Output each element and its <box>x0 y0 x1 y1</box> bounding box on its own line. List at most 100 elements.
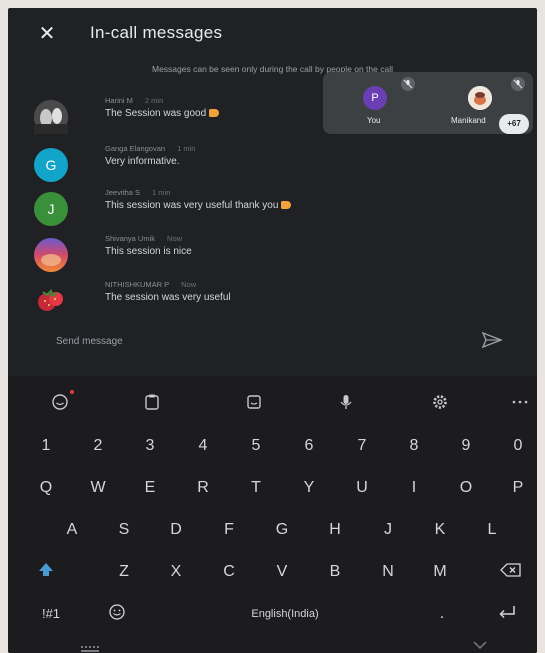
period-key[interactable]: . <box>428 598 456 630</box>
message-item: J Jeevitha S1 min This session was very … <box>8 188 537 232</box>
message-text: This session was very useful thank you <box>105 200 292 211</box>
key-8[interactable]: 8 <box>400 430 428 462</box>
key-n[interactable]: N <box>374 556 402 588</box>
avatar <box>34 100 68 134</box>
participant-name: Manikand <box>451 116 486 125</box>
key-p[interactable]: P <box>504 472 532 504</box>
smiley-icon <box>109 604 125 620</box>
key-e[interactable]: E <box>136 472 164 504</box>
key-b[interactable]: B <box>321 556 349 588</box>
send-button[interactable] <box>480 330 504 350</box>
key-x[interactable]: X <box>162 556 190 588</box>
mic-off-icon <box>511 77 525 91</box>
smiley-icon <box>52 394 68 410</box>
backspace-icon <box>500 563 521 577</box>
in-call-messages-screen: ✕ In-call messages Messages can be seen … <box>8 8 537 653</box>
key-y[interactable]: Y <box>295 472 323 504</box>
key-j[interactable]: J <box>374 514 402 546</box>
shift-key[interactable] <box>30 556 62 588</box>
key-9[interactable]: 9 <box>452 430 480 462</box>
key-4[interactable]: 4 <box>189 430 217 462</box>
message-item: G Ganga Elangovan 1 min Very informative. <box>8 144 537 188</box>
page-title: In-call messages <box>90 23 223 42</box>
message-sender: NITHISHKUMAR P Now <box>105 280 197 289</box>
onscreen-keyboard: 1 2 3 4 5 6 7 8 9 0 Q W E R T Y U I O P … <box>8 376 537 653</box>
message-sender: Shivanya Umik Now <box>105 234 183 243</box>
emoji-tool[interactable] <box>48 390 72 414</box>
more-options-tool[interactable] <box>508 390 532 414</box>
message-item: NITHISHKUMAR P Now The session was very u… <box>8 280 537 324</box>
key-1[interactable]: 1 <box>32 430 60 462</box>
self-name: You <box>367 116 381 125</box>
key-2[interactable]: 2 <box>84 430 112 462</box>
key-z[interactable]: Z <box>110 556 138 588</box>
symbols-key[interactable]: !#1 <box>34 598 68 630</box>
avatar: J <box>34 192 68 226</box>
key-6[interactable]: 6 <box>295 430 323 462</box>
header: ✕ In-call messages <box>8 8 537 58</box>
message-text: This session is nice <box>105 246 192 257</box>
close-button[interactable]: ✕ <box>36 23 58 45</box>
thumbs-up-icon <box>209 109 220 117</box>
key-q[interactable]: Q <box>32 472 60 504</box>
avatar <box>34 284 68 318</box>
clipboard-icon <box>145 394 159 410</box>
key-i[interactable]: I <box>400 472 428 504</box>
key-w[interactable]: W <box>84 472 112 504</box>
message-sender: Harini M2 min <box>105 96 164 105</box>
backspace-key[interactable] <box>494 556 528 588</box>
shift-icon <box>39 563 53 576</box>
enter-key[interactable] <box>490 598 524 630</box>
hide-keyboard-icon[interactable] <box>470 638 490 650</box>
keyboard-switch-icon[interactable] <box>80 640 104 652</box>
key-v[interactable]: V <box>268 556 296 588</box>
message-item: Shivanya Umik Now This session is nice <box>8 234 537 278</box>
sticker-tool[interactable] <box>242 390 266 414</box>
key-c[interactable]: C <box>215 556 243 588</box>
settings-tool[interactable] <box>428 390 452 414</box>
key-r[interactable]: R <box>189 472 217 504</box>
enter-icon <box>499 606 515 619</box>
emoji-key[interactable] <box>102 598 132 630</box>
key-0[interactable]: 0 <box>504 430 532 462</box>
avatar <box>34 238 68 272</box>
key-3[interactable]: 3 <box>136 430 164 462</box>
more-horizontal-icon <box>512 400 528 404</box>
key-u[interactable]: U <box>348 472 376 504</box>
notification-dot <box>70 390 74 394</box>
key-s[interactable]: S <box>110 514 138 546</box>
gear-icon <box>433 395 447 409</box>
message-input[interactable] <box>54 331 438 351</box>
key-7[interactable]: 7 <box>348 430 376 462</box>
participant-tiles[interactable]: P You Manikand +67 <box>323 72 533 134</box>
compose-bar <box>8 322 537 358</box>
message-text: Very informative. <box>105 156 180 167</box>
thumbs-up-icon <box>281 201 292 209</box>
voice-input-tool[interactable] <box>334 390 358 414</box>
mic-off-icon <box>401 77 415 91</box>
key-f[interactable]: F <box>215 514 243 546</box>
send-icon <box>481 331 503 349</box>
sticker-icon <box>247 395 261 409</box>
more-participants-badge[interactable]: +67 <box>499 114 529 134</box>
photo-avatar-icon <box>41 254 61 266</box>
strawberry-avatar-icon <box>38 288 63 311</box>
self-avatar: P <box>363 86 387 110</box>
key-k[interactable]: K <box>426 514 454 546</box>
key-5[interactable]: 5 <box>242 430 270 462</box>
key-o[interactable]: O <box>452 472 480 504</box>
message-sender: Ganga Elangovan 1 min <box>105 144 196 153</box>
photo-avatar-icon <box>468 86 492 110</box>
message-text: The Session was good <box>105 108 220 119</box>
key-g[interactable]: G <box>268 514 296 546</box>
message-text: The session was very useful <box>105 292 231 303</box>
key-a[interactable]: A <box>58 514 86 546</box>
key-t[interactable]: T <box>242 472 270 504</box>
key-m[interactable]: M <box>426 556 454 588</box>
participant-avatar <box>468 86 492 110</box>
space-key[interactable]: English(India) <box>160 598 410 630</box>
key-l[interactable]: L <box>478 514 506 546</box>
clipboard-tool[interactable] <box>140 390 164 414</box>
key-d[interactable]: D <box>162 514 190 546</box>
key-h[interactable]: H <box>321 514 349 546</box>
